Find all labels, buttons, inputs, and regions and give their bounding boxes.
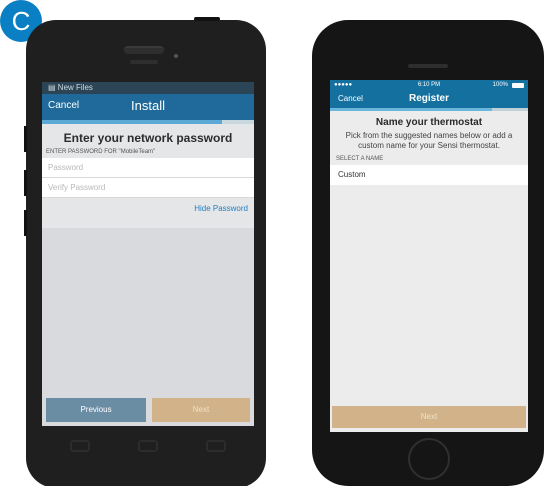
home-button[interactable]	[408, 438, 450, 480]
file-icon: ▤	[48, 83, 56, 92]
battery-icon	[512, 83, 524, 88]
page-title: Install	[131, 98, 165, 113]
back-key-icon[interactable]	[70, 440, 90, 452]
progress-bar	[330, 108, 528, 111]
speaker-grille-lower	[130, 60, 158, 64]
name-thermostat-heading: Name your thermostat	[375, 117, 483, 128]
speaker-grille	[124, 46, 164, 54]
volume-down-button	[24, 210, 27, 236]
menu-key-icon[interactable]	[206, 440, 226, 452]
front-camera	[174, 54, 178, 58]
android-screen: ▤ New Files Cancel Install Enter your ne…	[42, 82, 254, 426]
hide-password-link[interactable]: Hide Password	[42, 204, 254, 213]
thermostat-name-option[interactable]: Custom	[330, 165, 528, 185]
progress-bar	[42, 120, 254, 124]
verify-password-input[interactable]: Verify Password	[42, 178, 254, 198]
next-button-disabled[interactable]: Next	[332, 406, 526, 428]
earpiece	[408, 64, 448, 68]
progress-fill	[42, 120, 223, 124]
password-field-label: ENTER PASSWORD FOR "MobileTeam"	[46, 149, 156, 155]
next-button-disabled[interactable]: Next	[152, 398, 250, 422]
content-panel	[42, 228, 254, 426]
network-password-heading: Enter your network password	[63, 131, 233, 145]
progress-fill	[330, 108, 493, 111]
page-title: Register	[408, 93, 449, 104]
iphone-screen: ●●●●● 6:10 PM 100% Cancel Register Name …	[330, 80, 528, 432]
register-header: ●●●●● 6:10 PM 100% Cancel Register	[330, 80, 528, 108]
comparison-stage: C ▤ New Files Cancel Install Enter your …	[0, 0, 552, 486]
battery-percent: 100%	[492, 82, 508, 88]
volume-up-button	[24, 170, 27, 196]
install-header: Cancel Install	[42, 94, 254, 120]
status-bar: ●●●●● 6:10 PM 100%	[330, 82, 528, 90]
side-button	[24, 126, 27, 152]
power-button	[194, 17, 220, 21]
previous-button[interactable]: Previous	[46, 398, 146, 422]
password-input[interactable]: Password	[42, 158, 254, 178]
home-key-icon[interactable]	[138, 440, 158, 452]
name-description: Pick from the suggested names below or a…	[345, 131, 513, 150]
select-name-label: SELECT A NAME	[336, 156, 384, 162]
notification-text: New Files	[57, 83, 93, 92]
notification-bar: ▤ New Files	[42, 82, 254, 94]
